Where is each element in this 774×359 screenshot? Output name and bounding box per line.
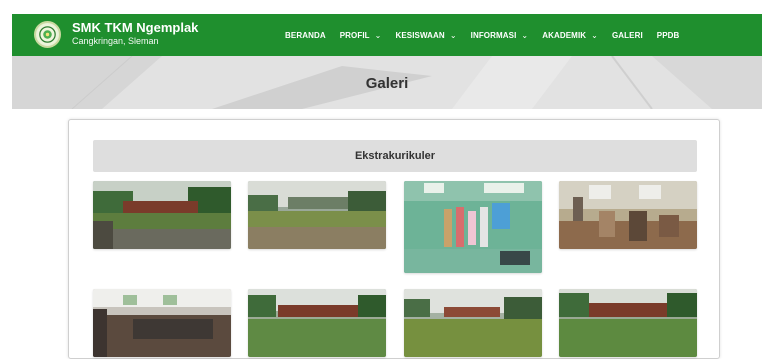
brand-subtitle: Cangkringan, Sleman bbox=[72, 36, 159, 46]
gallery-photo-4[interactable] bbox=[559, 181, 697, 249]
nav-item-label: PROFIL bbox=[339, 30, 370, 40]
nav-item-ppdb[interactable]: PPDB bbox=[657, 31, 680, 40]
nav-item-beranda[interactable]: BERANDA bbox=[285, 31, 326, 40]
page-title: Galeri bbox=[365, 75, 409, 92]
page-banner: Galeri bbox=[12, 56, 762, 109]
gallery-card: Ekstrakurikuler bbox=[68, 119, 720, 359]
chevron-down-icon: ⌄ bbox=[521, 30, 529, 40]
nav-item-kesiswaan[interactable]: KESISWAAN ⌄ bbox=[395, 31, 456, 40]
brand[interactable]: SMK TKM Ngemplak Cangkringan, Sleman bbox=[72, 21, 198, 47]
nav-item-akademik[interactable]: AKADEMIK ⌄ bbox=[542, 31, 598, 40]
brand-title: SMK TKM Ngemplak bbox=[72, 20, 199, 35]
nav-item-label: PPDB bbox=[656, 30, 680, 40]
school-logo-icon[interactable] bbox=[34, 21, 61, 48]
nav-item-profil[interactable]: PROFIL ⌄ bbox=[340, 31, 382, 40]
main-menu: BERANDA PROFIL ⌄ KESISWAAN ⌄ INFORMASI ⌄… bbox=[285, 14, 693, 56]
nav-item-label: BERANDA bbox=[285, 30, 326, 40]
nav-item-label: KESISWAAN bbox=[395, 30, 445, 40]
nav-item-label: INFORMASI bbox=[470, 30, 517, 40]
gallery-photo-3[interactable] bbox=[404, 181, 542, 273]
navbar: SMK TKM Ngemplak Cangkringan, Sleman BER… bbox=[12, 14, 762, 56]
nav-item-informasi[interactable]: INFORMASI ⌄ bbox=[471, 31, 529, 40]
nav-item-label: GALERI bbox=[611, 30, 643, 40]
chevron-down-icon: ⌄ bbox=[449, 30, 457, 40]
gallery-photo-8[interactable] bbox=[559, 289, 697, 357]
chevron-down-icon: ⌄ bbox=[591, 30, 598, 40]
nav-item-galeri[interactable]: GALERI bbox=[612, 31, 643, 40]
chevron-down-icon: ⌄ bbox=[374, 30, 382, 40]
section-title: Ekstrakurikuler bbox=[93, 140, 697, 172]
gallery-photo-1[interactable] bbox=[93, 181, 231, 249]
gallery-photo-7[interactable] bbox=[404, 289, 542, 357]
nav-item-label: AKADEMIK bbox=[542, 30, 587, 40]
gallery-photo-2[interactable] bbox=[248, 181, 386, 249]
gallery-photo-6[interactable] bbox=[248, 289, 386, 357]
gallery-photo-5[interactable] bbox=[93, 289, 231, 357]
